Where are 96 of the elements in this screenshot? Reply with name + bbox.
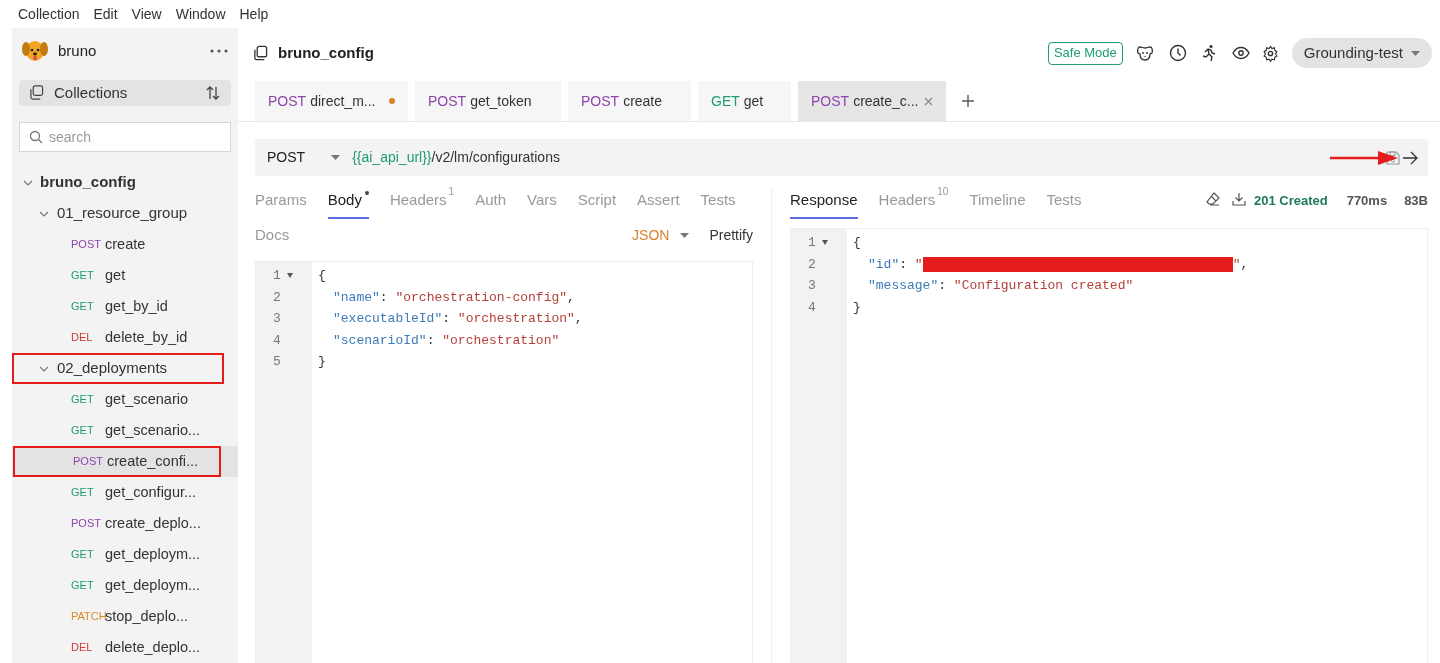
menu-item[interactable]: Edit — [93, 3, 118, 25]
caret-icon — [1411, 50, 1420, 56]
eye-icon[interactable] — [1231, 46, 1250, 60]
folder-item[interactable]: 02_deployments — [12, 353, 224, 384]
fold-icon[interactable] — [286, 273, 293, 279]
line-number: 1 — [273, 267, 281, 285]
fold-icon[interactable] — [821, 240, 828, 246]
request-item[interactable]: GET get_deploym... — [12, 570, 238, 601]
request-item[interactable]: DEL delete_deplo... — [12, 632, 238, 663]
line-number: 3 — [273, 310, 281, 328]
json-key: "message" — [868, 275, 939, 297]
settings-icon[interactable] — [1261, 44, 1279, 62]
menu-item[interactable]: View — [131, 3, 162, 25]
app-name: bruno — [58, 40, 97, 61]
environment-dropdown[interactable]: Grounding-test — [1291, 38, 1432, 68]
eraser-icon[interactable] — [1205, 192, 1220, 206]
collections-header[interactable]: Collections — [19, 79, 231, 106]
count-superscript: 10 — [937, 186, 949, 198]
json-string: "Configuration created" — [953, 277, 1134, 295]
json-punctuation: , — [1240, 255, 1249, 274]
menu-item[interactable]: Collection — [18, 3, 80, 25]
request-tab[interactable]: POST create_c... — [798, 81, 946, 121]
response-size: 83B — [1404, 192, 1428, 210]
json-key: "id" — [868, 253, 900, 275]
line-number: 1 — [808, 234, 816, 252]
request-item[interactable]: GET get_configur... — [12, 477, 238, 508]
request-item[interactable]: GET get_scenario... — [12, 415, 238, 446]
dog-logo-icon — [22, 38, 48, 63]
caret-icon — [680, 232, 690, 238]
json-key: "executableId" — [333, 308, 443, 330]
folder-item[interactable]: 01_resource_group — [12, 198, 192, 229]
line-number: 4 — [273, 331, 281, 350]
prettify-button[interactable]: Prettify — [709, 224, 753, 246]
json-punctuation: : — [938, 277, 948, 295]
request-item[interactable]: PATCHstop_deplo... — [12, 601, 238, 632]
copy-icon — [29, 85, 44, 101]
download-icon[interactable] — [1231, 192, 1246, 206]
clock-icon[interactable] — [1168, 44, 1187, 62]
json-string: "orchestration" — [457, 310, 575, 328]
json-string: " — [1232, 255, 1241, 274]
count-superscript: 1 — [448, 186, 455, 198]
request-tab[interactable]: POST direct_m... — [255, 81, 408, 121]
request-item[interactable]: POST create — [12, 229, 238, 260]
json-punctuation: } — [853, 298, 861, 317]
request-item[interactable]: GET get_scenario — [12, 384, 238, 415]
request-tab[interactable]: POST create — [568, 81, 691, 121]
request-tab[interactable]: POST get_token — [415, 81, 561, 121]
safe-mode-badge[interactable]: Safe Mode — [1047, 41, 1123, 65]
status-code: 201 Created — [1253, 192, 1328, 210]
request-item[interactable]: DEL delete_by_id — [12, 322, 238, 353]
json-punctuation: : — [426, 331, 436, 350]
dog-icon[interactable] — [1135, 44, 1154, 62]
json-key: "name" — [333, 286, 380, 308]
json-string: "orchestration-config" — [395, 288, 568, 307]
panel-tab[interactable]: Response — [790, 189, 858, 219]
search-field[interactable]: search — [19, 122, 231, 152]
more-icon[interactable] — [210, 48, 228, 53]
line-number: 5 — [273, 353, 281, 371]
method-selector[interactable]: POST — [267, 147, 306, 168]
line-number: 3 — [808, 277, 816, 295]
menu-item[interactable]: Window — [175, 3, 226, 25]
collection-title: bruno_config — [278, 42, 374, 63]
request-item[interactable]: POST create_deplo... — [12, 508, 238, 539]
json-string: "orchestration" — [442, 331, 560, 350]
tree-root-row[interactable]: bruno_config — [19, 167, 231, 198]
sort-icon[interactable] — [205, 84, 221, 101]
request-tab[interactable]: GET get — [698, 81, 791, 121]
line-number: 4 — [808, 298, 816, 317]
json-punctuation: { — [853, 234, 861, 252]
copy-icon — [253, 45, 268, 61]
line-number: 2 — [273, 288, 281, 307]
menu-item[interactable]: Help — [239, 3, 269, 25]
response-time: 770ms — [1346, 192, 1388, 210]
request-item[interactable]: POST create_confi... — [12, 446, 238, 477]
json-punctuation: : — [899, 255, 909, 274]
caret-icon[interactable] — [331, 155, 341, 160]
body-editor[interactable]: 1 2 3 4 5 { "name": "orchestration-config", "executableId": "orchestration", "scenarioId": "orchestration" } — [255, 261, 753, 663]
request-item[interactable]: GET get — [12, 260, 238, 291]
close-icon[interactable] — [924, 96, 933, 106]
json-key: "scenarioId" — [333, 329, 427, 351]
save-icon[interactable] — [1385, 149, 1401, 166]
json-punctuation: : — [442, 310, 452, 328]
json-punctuation: , — [567, 288, 575, 307]
json-punctuation: { — [318, 267, 326, 285]
request-item[interactable]: GET get_by_id — [12, 291, 238, 322]
url-field[interactable]: {{ai_api_url}}/v2/lm/configurations — [352, 147, 560, 168]
json-punctuation: } — [318, 353, 326, 371]
request-item[interactable]: GET get_deploym... — [12, 539, 238, 570]
json-punctuation: : — [379, 288, 389, 307]
add-tab-icon[interactable] — [961, 94, 975, 108]
panel-tab[interactable]: Body — [327, 189, 369, 219]
json-string: " — [914, 255, 923, 274]
search-icon — [29, 130, 43, 144]
json-punctuation: , — [574, 310, 583, 328]
send-arrow-icon[interactable] — [1402, 150, 1418, 165]
line-number: 2 — [808, 255, 816, 274]
